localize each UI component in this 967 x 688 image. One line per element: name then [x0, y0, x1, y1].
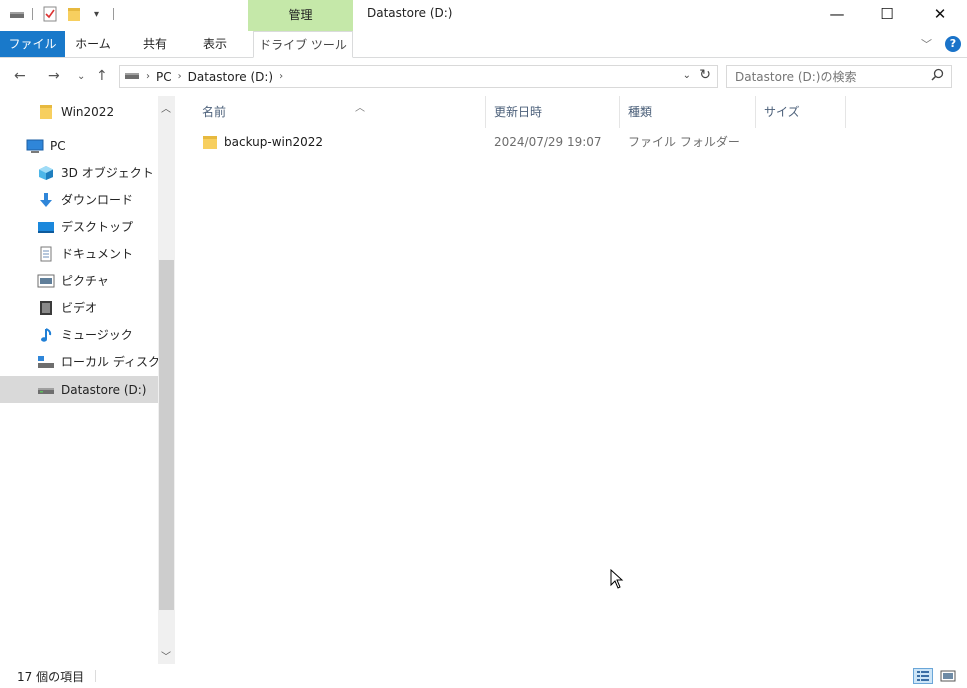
- tab-drive-tools[interactable]: ドライブ ツール: [253, 31, 353, 58]
- breadcrumb-datastore[interactable]: Datastore (D:): [188, 70, 273, 84]
- column-type[interactable]: 種類: [621, 96, 756, 128]
- table-row[interactable]: backup-win2022 2024/07/29 19:07 ファイル フォル…: [195, 131, 740, 153]
- nav-item-label: 3D オブジェクト: [61, 166, 154, 180]
- address-row: ← → ⌄ ↑ › PC › Datastore (D:) › ⌄ ↻: [0, 58, 967, 96]
- item-count: 17 個の項目: [17, 670, 85, 684]
- pc-icon: [26, 138, 44, 154]
- separator: [113, 8, 114, 20]
- minimize-button[interactable]: —: [814, 0, 860, 28]
- search-input[interactable]: [735, 66, 925, 87]
- column-header-label: 名前: [202, 105, 227, 119]
- navigation-pane: Win2022 PC 3D オブジェクト ダウンロード デスクトップ ドキュメン…: [0, 96, 175, 664]
- nav-item-label: Win2022: [61, 104, 115, 119]
- new-folder-icon[interactable]: [66, 6, 82, 22]
- up-arrow-icon[interactable]: ↑: [96, 68, 108, 84]
- nav-item-documents[interactable]: ドキュメント: [0, 240, 158, 267]
- close-button[interactable]: ✕: [917, 0, 963, 28]
- search-box[interactable]: [726, 65, 952, 88]
- properties-icon[interactable]: [42, 6, 58, 22]
- download-icon: [37, 192, 55, 208]
- breadcrumb-pc[interactable]: PC: [156, 70, 172, 84]
- forward-arrow-icon[interactable]: →: [48, 68, 60, 84]
- nav-item-downloads[interactable]: ダウンロード: [0, 186, 158, 213]
- nav-item-label: ドキュメント: [61, 247, 134, 261]
- back-arrow-icon[interactable]: ←: [14, 68, 26, 84]
- help-icon[interactable]: ?: [945, 36, 961, 52]
- refresh-icon[interactable]: ↻: [699, 67, 711, 83]
- drive-icon: [9, 6, 25, 22]
- search-icon[interactable]: [931, 68, 944, 85]
- nav-item-pc[interactable]: PC: [0, 132, 158, 159]
- window-title: Datastore (D:): [367, 6, 453, 20]
- nav-item-label: ピクチャ: [61, 274, 109, 288]
- separator: [95, 670, 96, 682]
- local-disk-icon: [37, 354, 55, 370]
- tab-manage[interactable]: 管理: [248, 0, 353, 31]
- chevron-right-icon[interactable]: ›: [279, 71, 283, 82]
- nav-item-label: Datastore (D:): [61, 382, 147, 397]
- column-name[interactable]: 名前 ︿: [195, 96, 486, 128]
- recent-locations-icon[interactable]: ⌄: [77, 71, 85, 82]
- large-icons-view-button[interactable]: [938, 668, 958, 684]
- nav-item-pictures[interactable]: ピクチャ: [0, 267, 158, 294]
- document-icon: [37, 246, 55, 262]
- sort-ascending-icon: ︿: [355, 103, 365, 114]
- mouse-cursor-icon: [610, 568, 624, 592]
- drive-icon: [37, 382, 55, 398]
- chevron-right-icon[interactable]: ›: [178, 71, 182, 82]
- nav-item-music[interactable]: ミュージック: [0, 321, 158, 348]
- separator: [32, 8, 33, 20]
- nav-item-label: ダウンロード: [61, 193, 134, 207]
- title-bar: ▾ 管理 Datastore (D:) — ☐ ✕: [0, 0, 967, 31]
- column-size[interactable]: サイズ: [757, 96, 846, 128]
- desktop-icon: [37, 219, 55, 235]
- scroll-up-icon[interactable]: ︿: [161, 100, 171, 115]
- column-modified[interactable]: 更新日時: [487, 96, 620, 128]
- file-name[interactable]: backup-win2022: [224, 131, 323, 153]
- nav-item-label: デスクトップ: [61, 220, 134, 234]
- video-icon: [37, 300, 55, 316]
- folder-icon: [37, 104, 55, 120]
- nav-item-label: ミュージック: [61, 328, 133, 342]
- drive-icon: [124, 69, 140, 84]
- scroll-thumb[interactable]: [159, 260, 174, 610]
- details-view-button[interactable]: [913, 668, 933, 684]
- tab-home[interactable]: ホーム: [68, 31, 118, 57]
- file-list: 名前 ︿ 更新日時 種類 サイズ backup-win2022 2024/07/…: [175, 96, 967, 664]
- nav-item-videos[interactable]: ビデオ: [0, 294, 158, 321]
- tab-share[interactable]: 共有: [133, 31, 177, 57]
- nav-item-3d-objects[interactable]: 3D オブジェクト: [0, 159, 158, 186]
- nav-item-datastore[interactable]: Datastore (D:): [0, 376, 158, 403]
- nav-item-label: ローカル ディスク (C: [61, 355, 158, 369]
- scroll-down-icon[interactable]: ﹀: [161, 648, 171, 663]
- nav-item-label: ビデオ: [61, 301, 98, 315]
- tab-file[interactable]: ファイル: [0, 31, 65, 57]
- pictures-icon: [37, 273, 55, 289]
- nav-item-local-disk[interactable]: ローカル ディスク (C: [0, 348, 158, 375]
- chevron-down-icon[interactable]: ⌄: [683, 70, 691, 81]
- status-bar: 17 個の項目: [0, 664, 967, 688]
- customize-qa-icon[interactable]: ▾: [94, 6, 99, 22]
- nav-scrollbar[interactable]: ︿ ﹀: [158, 96, 175, 664]
- nav-item-win2022[interactable]: Win2022: [0, 98, 158, 125]
- file-type: ファイル フォルダー: [628, 135, 740, 149]
- music-icon: [37, 327, 55, 343]
- nav-item-label: PC: [50, 138, 66, 153]
- address-bar[interactable]: › PC › Datastore (D:) › ⌄ ↻: [119, 65, 718, 88]
- 3d-objects-icon: [37, 165, 55, 181]
- ribbon: ファイル ホーム 共有 表示 ドライブ ツール ﹀ ?: [0, 31, 967, 58]
- maximize-button[interactable]: ☐: [864, 0, 910, 28]
- file-modified: 2024/07/29 19:07: [494, 135, 602, 149]
- tab-view[interactable]: 表示: [193, 31, 237, 57]
- nav-item-desktop[interactable]: デスクトップ: [0, 213, 158, 240]
- chevron-down-icon[interactable]: ﹀: [921, 36, 932, 52]
- chevron-right-icon[interactable]: ›: [146, 71, 150, 82]
- folder-icon: [202, 134, 218, 153]
